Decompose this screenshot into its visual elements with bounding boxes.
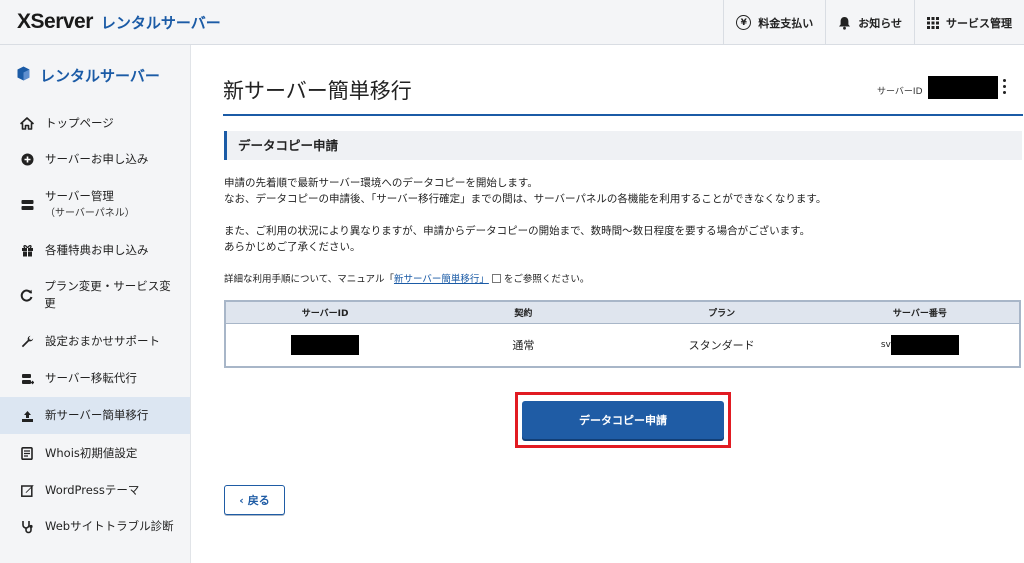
description-line: また、ご利用の状況により異なりますが、申請からデータコピーの開始まで、数時間～数… (224, 225, 811, 237)
table-row: 通常 スタンダード sv (226, 324, 1019, 366)
sidebar-item-server-signup[interactable]: サーバーお申し込み (0, 141, 190, 177)
yen-icon: ¥ (736, 15, 752, 30)
edit-icon (19, 483, 35, 497)
table-header: サーバーID 契約 プラン サーバー番号 (226, 302, 1019, 324)
column-header: サーバー番号 (892, 309, 947, 319)
title-divider (223, 114, 1023, 116)
more-menu-icon[interactable] (1003, 79, 1007, 97)
sidebar-item-web-troubleshoot[interactable]: Webサイトトラブル診断 (0, 508, 190, 544)
manual-note: 詳細な利用手順について、マニュアル「新サーバー簡単移行」 をご参照ください。 (224, 271, 589, 285)
sidebar-item-whois[interactable]: Whois初期値設定 (0, 434, 190, 472)
back-button-label: 戻る (247, 494, 270, 507)
sidebar-item-label: 設定おまかせサポート (45, 333, 160, 348)
sidebar-item-label: プラン変更・サービス変更 (44, 279, 171, 310)
highlight-box: データコピー申請 (515, 392, 731, 448)
data-copy-request-button[interactable]: データコピー申請 (522, 401, 724, 439)
description-line: なお、データコピーの申請後、「サーバー移行確定」までの間は、サーバーパネルの各機… (224, 193, 827, 205)
server-number-cell: sv (821, 324, 1019, 366)
description-line: あらかじめご了承ください。 (224, 241, 361, 253)
sidebar-item-label: 新サーバー簡単移行 (45, 408, 149, 422)
notifications-label: お知らせ (858, 16, 902, 30)
note-suffix: をご参照ください。 (503, 274, 590, 285)
sidebar-item-benefits[interactable]: 各種特典お申し込み (0, 232, 190, 268)
brand-subtitle: レンタルサーバー (100, 14, 221, 32)
brand[interactable]: XServer レンタルサーバー (0, 10, 221, 34)
sidebar-item-new-server-migration[interactable]: 新サーバー簡単移行 (0, 397, 190, 434)
server-id-redacted (928, 76, 998, 99)
brand-logo: XServer (17, 10, 93, 33)
sidebar-item-wordpress-theme[interactable]: WordPressテーマ (0, 472, 190, 508)
sidebar-item-label: サーバー管理 (45, 188, 114, 203)
refresh-icon (19, 288, 34, 302)
gift-icon (19, 243, 35, 257)
sidebar-item-label: Whois初期値設定 (45, 445, 138, 460)
service-management-label: サービス管理 (946, 16, 1012, 30)
top-actions: ¥ 料金支払い お知らせ サービス管理 (723, 0, 1024, 45)
sidebar-item-sublabel: （サーバーパネル） (45, 207, 135, 219)
server-number-redacted (890, 335, 959, 355)
note-prefix: 詳細な利用手順について、マニュアル「 (224, 274, 394, 285)
server-id-cell (226, 324, 424, 366)
sidebar-heading[interactable]: レンタルサーバー (0, 45, 190, 105)
sidebar-item-server-management[interactable]: サーバー管理 （サーバーパネル） (0, 177, 190, 232)
chevron-left-icon: ‹ (239, 493, 244, 507)
payment-label: 料金支払い (758, 16, 814, 30)
column-header: プラン (708, 309, 736, 319)
document-icon (19, 446, 35, 460)
sidebar-item-server-transfer[interactable]: サーバー移転代行 (0, 360, 190, 397)
server-move-icon (19, 372, 35, 386)
sidebar-item-label: トップページ (45, 115, 114, 130)
cube-icon (17, 66, 30, 85)
contract-cell: 通常 (512, 339, 535, 352)
service-management-button[interactable]: サービス管理 (914, 0, 1024, 45)
grid-icon (927, 16, 939, 29)
description-paragraph-1: 申請の先着順で最新サーバー環境へのデータコピーを開始します。 なお、データコピー… (224, 175, 826, 207)
sidebar-item-label: Webサイトトラブル診断 (45, 518, 174, 533)
plus-circle-icon (19, 152, 35, 166)
sidebar-heading-label: レンタルサーバー (40, 66, 160, 85)
bell-icon (838, 16, 851, 30)
manual-link[interactable]: 新サーバー簡単移行」 (394, 274, 489, 285)
section-heading: データコピー申請 (224, 131, 1022, 160)
sidebar: レンタルサーバー トップページ サーバーお申し込み サーバー管理 （サーバーパネ… (0, 45, 191, 563)
server-id-label: サーバーID (877, 87, 923, 97)
page-title: 新サーバー簡単移行 (223, 79, 412, 103)
top-bar: XServer レンタルサーバー ¥ 料金支払い お知らせ サービス管理 (0, 0, 1024, 45)
payment-button[interactable]: ¥ 料金支払い (723, 0, 825, 45)
description-paragraph-2: また、ご利用の状況により異なりますが、申請からデータコピーの開始まで、数時間～数… (224, 223, 810, 255)
column-header: 契約 (514, 309, 533, 319)
server-table: サーバーID 契約 プラン サーバー番号 通常 スタンダード sv (224, 300, 1021, 368)
server-icon (19, 198, 35, 211)
sidebar-item-label: 各種特典お申し込み (45, 242, 149, 257)
main-content: 新サーバー簡単移行 サーバーID データコピー申請 申請の先着順で最新サーバー環… (191, 45, 1024, 563)
sidebar-item-top-page[interactable]: トップページ (0, 105, 190, 141)
column-header: サーバーID (301, 309, 349, 319)
wrench-icon (19, 334, 35, 348)
back-button[interactable]: ‹ 戻る (224, 485, 285, 515)
home-icon (19, 116, 35, 130)
sidebar-item-plan-change[interactable]: プラン変更・サービス変更 (0, 268, 190, 322)
description-line: 申請の先着順で最新サーバー環境へのデータコピーを開始します。 (224, 177, 538, 189)
notifications-button[interactable]: お知らせ (825, 0, 914, 45)
server-number-prefix: sv (880, 340, 891, 350)
plan-cell: スタンダード (688, 339, 755, 352)
server-id-redacted (291, 335, 360, 355)
sidebar-item-label: サーバーお申し込み (45, 151, 149, 166)
stethoscope-icon (19, 519, 35, 534)
external-link-icon (491, 274, 501, 283)
sidebar-item-label: WordPressテーマ (45, 482, 140, 497)
upload-icon (19, 409, 35, 423)
sidebar-item-setup-support[interactable]: 設定おまかせサポート (0, 322, 190, 360)
sidebar-item-label: サーバー移転代行 (45, 371, 137, 385)
